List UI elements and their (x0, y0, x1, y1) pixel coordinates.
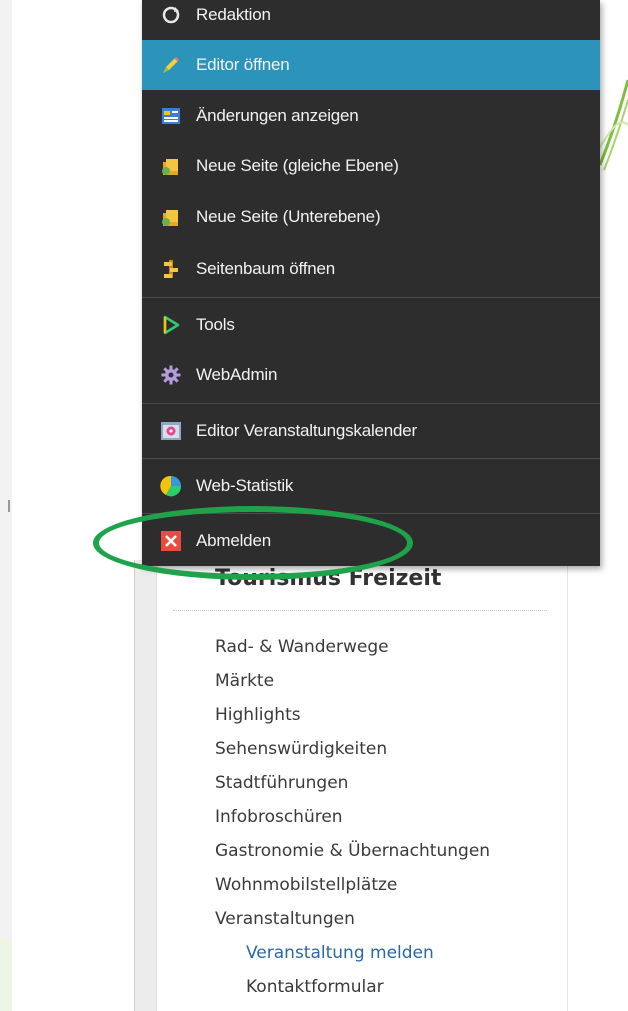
menu-item-seitenbaum-oeffnen[interactable]: Seitenbaum öffnen (142, 244, 600, 294)
refresh-icon (160, 4, 182, 26)
menu-divider (142, 458, 600, 459)
menu-item-editor-oeffnen[interactable]: Editor öffnen (142, 40, 600, 90)
sidebar-item-veranstaltungen[interactable]: Veranstaltungen (215, 902, 490, 936)
page-tree-icon (160, 258, 182, 280)
menu-item-neue-seite-gleiche-ebene[interactable]: Neue Seite (gleiche Ebene) (142, 141, 600, 191)
menu-divider (142, 297, 600, 298)
left-page-strip (0, 0, 12, 1011)
menu-item-redaktion[interactable]: Redaktion (142, 0, 600, 40)
sidebar-list: Rad- & Wanderwege Märkte Highlights Sehe… (215, 630, 490, 1004)
pencil-icon (160, 54, 182, 76)
sidebar-item-wohnmobilstellplaetze[interactable]: Wohnmobilstellplätze (215, 868, 490, 902)
menu-item-neue-seite-unterebene[interactable]: Neue Seite (Unterebene) (142, 192, 600, 242)
menu-item-label: WebAdmin (196, 365, 278, 384)
menu-item-label: Seitenbaum öffnen (196, 259, 336, 278)
tools-play-icon (160, 314, 182, 336)
logo-swoosh-graphic (598, 79, 628, 171)
menu-item-label: Neue Seite (Unterebene) (196, 207, 381, 226)
sidebar-item-rad-wanderwege[interactable]: Rad- & Wanderwege (215, 630, 490, 664)
sidebar-divider (173, 610, 547, 611)
sidebar-item-sehenswuerdigkeiten[interactable]: Sehenswürdigkeiten (215, 732, 490, 766)
changes-list-icon (160, 105, 182, 127)
menu-item-tools[interactable]: Tools (142, 300, 600, 350)
menu-item-editor-veranstaltungskalender[interactable]: Editor Veranstaltungskalender (142, 406, 600, 456)
menu-item-label: Tools (196, 315, 235, 334)
menu-item-aenderungen-anzeigen[interactable]: Änderungen anzeigen (142, 91, 600, 141)
gear-icon (160, 364, 182, 386)
logout-highlight-ring (93, 506, 413, 580)
scroll-indicator (8, 500, 10, 512)
sidebar-item-veranstaltung-melden[interactable]: Veranstaltung melden (215, 936, 490, 970)
sidebar-item-stadtfuehrungen[interactable]: Stadtführungen (215, 766, 490, 800)
menu-item-web-statistik[interactable]: Web-Statistik (142, 461, 600, 511)
sidebar-item-kontaktformular[interactable]: Kontaktformular (215, 970, 490, 1004)
new-subpage-icon (160, 206, 182, 228)
admin-dropdown-menu: Redaktion Editor öffnen Änderungen anzei… (142, 0, 600, 566)
pie-chart-icon (160, 475, 182, 497)
menu-item-label: Redaktion (196, 5, 271, 24)
menu-item-webadmin[interactable]: WebAdmin (142, 350, 600, 400)
sidebar-navigation: Tourismus Freizeit Rad- & Wanderwege Mär… (156, 540, 568, 1011)
menu-item-label: Web-Statistik (196, 476, 294, 495)
content-column-background (134, 560, 157, 1011)
sidebar-item-maerkte[interactable]: Märkte (215, 664, 490, 698)
menu-divider (142, 403, 600, 404)
calendar-icon (160, 420, 182, 442)
sidebar-item-highlights[interactable]: Highlights (215, 698, 490, 732)
sidebar-item-infobroschueren[interactable]: Infobroschüren (215, 800, 490, 834)
menu-item-label: Editor öffnen (196, 55, 290, 74)
menu-item-label: Editor Veranstaltungskalender (196, 421, 418, 440)
new-page-icon (160, 155, 182, 177)
menu-item-label: Neue Seite (gleiche Ebene) (196, 156, 399, 175)
sidebar-item-gastronomie[interactable]: Gastronomie & Übernachtungen (215, 834, 490, 868)
menu-item-label: Änderungen anzeigen (196, 106, 359, 125)
